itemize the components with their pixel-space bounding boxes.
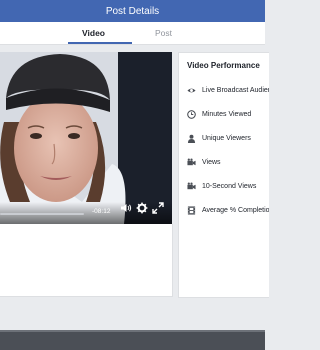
tab-bar: Video Post (0, 22, 265, 45)
settings-gear-icon[interactable] (136, 202, 148, 214)
metric-label: Average % Completion (202, 207, 269, 214)
metric-label: 10-Second Views (202, 183, 257, 190)
progress-scrubber[interactable] (0, 213, 84, 215)
video-frame (0, 52, 172, 224)
fullscreen-icon[interactable] (152, 202, 164, 214)
volume-icon[interactable] (120, 202, 132, 214)
metric-label: Minutes Viewed (202, 111, 252, 118)
clock-icon (187, 110, 196, 119)
post-details-header: Post Details (0, 0, 265, 22)
video-performance-panel: Video Performance Live Broadcast Audienc… (178, 52, 269, 298)
camera-icon (187, 182, 196, 190)
video-details-area (0, 224, 173, 297)
person-icon (187, 134, 196, 143)
eye-icon (187, 88, 196, 93)
video-player[interactable]: -08:12 (0, 52, 172, 224)
tab-video[interactable]: Video (82, 22, 105, 44)
tab-post[interactable]: Post (155, 22, 172, 44)
active-tab-indicator (68, 42, 132, 44)
player-controls: -08:12 (0, 202, 172, 224)
footer-bar (0, 332, 265, 350)
header-title: Post Details (105, 5, 160, 17)
metric-label: Live Broadcast Audience (202, 87, 269, 94)
camera-icon (187, 158, 196, 166)
film-icon (187, 206, 196, 215)
metric-label: Unique Viewers (202, 135, 251, 142)
time-remaining: -08:12 (92, 208, 111, 215)
metric-label: Views (202, 159, 221, 166)
panel-title: Video Performance (187, 61, 260, 70)
